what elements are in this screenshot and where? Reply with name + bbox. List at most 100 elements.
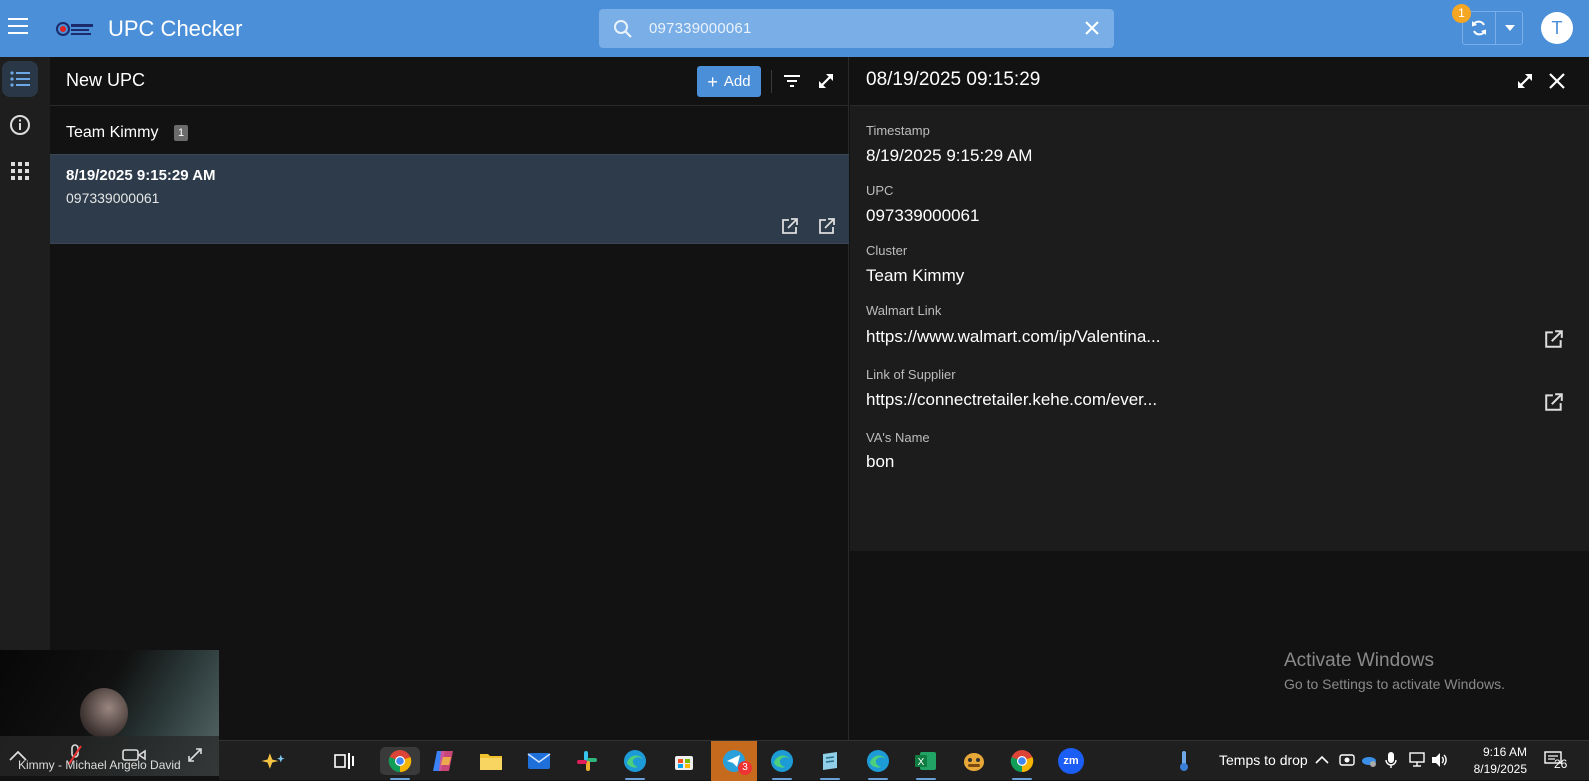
microphone-icon[interactable] bbox=[1385, 751, 1397, 769]
filter-icon[interactable] bbox=[783, 72, 801, 90]
list-title: New UPC bbox=[66, 70, 146, 90]
external-link-icon[interactable] bbox=[1544, 392, 1564, 412]
clock-date: 8/19/2025 bbox=[1473, 762, 1527, 776]
thermometer-icon[interactable] bbox=[1177, 749, 1191, 773]
svg-text:X: X bbox=[918, 757, 925, 768]
detail-panel: 08/19/2025 09:15:29 Timestamp 8/19/2025 … bbox=[850, 57, 1589, 740]
app-logo bbox=[56, 22, 93, 36]
weather-text[interactable]: Temps to drop bbox=[1219, 752, 1308, 768]
chrome-profile-icon[interactable] bbox=[1008, 747, 1036, 775]
group-header[interactable]: Team Kimmy 1 bbox=[50, 106, 849, 154]
store-icon[interactable] bbox=[670, 747, 698, 775]
add-button-label: Add bbox=[723, 73, 751, 90]
sync-badge: 1 bbox=[1452, 4, 1471, 23]
app-window: UPC Checker 097339000061 1 T New UPC + A… bbox=[0, 0, 1589, 740]
search-input[interactable]: 097339000061 bbox=[599, 9, 1114, 48]
detail-body: Timestamp 8/19/2025 9:15:29 AM UPC 09733… bbox=[850, 106, 1589, 551]
header-divider bbox=[771, 70, 772, 93]
zoom-icon[interactable]: zm bbox=[1057, 747, 1085, 775]
field-label-timestamp: Timestamp bbox=[866, 123, 930, 138]
excel-icon[interactable]: X bbox=[912, 747, 940, 775]
zoom-label: zm bbox=[1058, 748, 1084, 774]
sync-icon bbox=[1472, 20, 1486, 36]
external-link-icon[interactable] bbox=[781, 217, 799, 235]
game-icon[interactable] bbox=[960, 747, 988, 775]
row-upc: 097339000061 bbox=[66, 190, 160, 206]
field-label-walmart-link: Walmart Link bbox=[866, 303, 942, 318]
plus-icon: + bbox=[707, 71, 718, 92]
notepad-icon[interactable] bbox=[816, 747, 844, 775]
external-link-icon[interactable] bbox=[1544, 329, 1564, 349]
notification-count: 26 bbox=[1554, 757, 1568, 771]
group-name: Team Kimmy bbox=[66, 124, 159, 141]
search-value: 097339000061 bbox=[649, 20, 752, 37]
field-value-cluster: Team Kimmy bbox=[866, 266, 965, 285]
participant-name: Kimmy - Michael Angelo David bbox=[18, 758, 181, 772]
list-icon bbox=[10, 71, 30, 87]
list-panel: New UPC + Add Team Kimmy 1 8/19/2025 9:1… bbox=[50, 57, 849, 740]
edge-icon[interactable] bbox=[621, 747, 649, 775]
sync-dropdown-button[interactable] bbox=[1497, 12, 1523, 44]
field-value-timestamp: 8/19/2025 9:15:29 AM bbox=[866, 146, 1033, 165]
apps-grid-icon bbox=[11, 162, 29, 180]
field-value-upc: 097339000061 bbox=[866, 206, 980, 225]
onedrive-icon[interactable] bbox=[1361, 752, 1377, 768]
left-rail bbox=[0, 57, 50, 740]
edge-beta-icon[interactable] bbox=[864, 747, 892, 775]
info-icon bbox=[10, 115, 30, 135]
taskbar: 3 X zm Temps to drop 9:16 AM 8/19/2025 2… bbox=[219, 740, 1589, 781]
detail-title: 08/19/2025 09:15:29 bbox=[866, 69, 1041, 90]
supplier-link[interactable]: https://connectretailer.kehe.com/ever... bbox=[866, 390, 1157, 410]
field-value-va-name: bon bbox=[866, 452, 895, 471]
field-label-upc: UPC bbox=[866, 183, 894, 198]
copilot-app-icon[interactable] bbox=[429, 747, 457, 775]
external-link-icon[interactable] bbox=[818, 217, 836, 235]
camera-tray-icon[interactable] bbox=[1339, 752, 1355, 768]
network-icon[interactable] bbox=[1408, 752, 1426, 768]
rail-list-button[interactable] bbox=[2, 61, 38, 97]
rail-info-button[interactable] bbox=[2, 107, 38, 143]
task-view-icon[interactable] bbox=[330, 747, 358, 775]
file-explorer-icon[interactable] bbox=[477, 747, 505, 775]
edge-profile-icon[interactable] bbox=[768, 747, 796, 775]
caret-down-icon bbox=[1505, 25, 1515, 31]
sync-button-group bbox=[1462, 11, 1523, 45]
walmart-link[interactable]: https://www.walmart.com/ip/Valentina... bbox=[866, 327, 1160, 347]
list-item[interactable]: 8/19/2025 9:15:29 AM 097339000061 bbox=[50, 154, 849, 244]
slack-icon[interactable] bbox=[573, 747, 601, 775]
participant-video bbox=[80, 688, 128, 738]
chevron-up-icon[interactable] bbox=[1315, 755, 1329, 765]
search-icon bbox=[614, 20, 632, 38]
chrome-icon[interactable] bbox=[380, 747, 420, 775]
rail-apps-button[interactable] bbox=[2, 153, 38, 189]
menu-icon[interactable] bbox=[8, 18, 28, 36]
telegram-badge: 3 bbox=[738, 761, 752, 775]
field-label-supplier-link: Link of Supplier bbox=[866, 367, 956, 382]
video-call-thumbnail[interactable]: Kimmy - Michael Angelo David bbox=[0, 650, 219, 776]
group-count-badge: 1 bbox=[174, 125, 188, 141]
mail-icon[interactable] bbox=[525, 747, 553, 775]
detail-header: 08/19/2025 09:15:29 bbox=[850, 57, 1589, 106]
list-header: New UPC + Add bbox=[50, 57, 849, 106]
watermark-subtitle: Go to Settings to activate Windows. bbox=[1284, 676, 1505, 692]
volume-icon[interactable] bbox=[1431, 752, 1449, 768]
watermark-title: Activate Windows bbox=[1284, 650, 1434, 671]
copilot-icon[interactable] bbox=[259, 747, 287, 775]
clock-time: 9:16 AM bbox=[1482, 745, 1527, 759]
close-icon[interactable] bbox=[1082, 18, 1102, 38]
activate-windows-watermark: Activate Windows Go to Settings to activ… bbox=[1284, 650, 1505, 692]
close-icon[interactable] bbox=[1547, 71, 1567, 91]
field-label-va-name: VA's Name bbox=[866, 430, 930, 445]
top-bar: UPC Checker 097339000061 1 T bbox=[0, 0, 1589, 57]
avatar[interactable]: T bbox=[1541, 12, 1573, 44]
row-timestamp: 8/19/2025 9:15:29 AM bbox=[66, 167, 216, 184]
fullscreen-icon[interactable] bbox=[186, 746, 204, 764]
notification-center[interactable]: 26 bbox=[1544, 749, 1574, 773]
expand-icon[interactable] bbox=[1515, 71, 1535, 91]
expand-icon[interactable] bbox=[816, 71, 836, 91]
field-label-cluster: Cluster bbox=[866, 243, 908, 258]
add-button[interactable]: + Add bbox=[697, 66, 761, 97]
app-title: UPC Checker bbox=[108, 16, 243, 41]
taskbar-clock[interactable]: 9:16 AM 8/19/2025 bbox=[1459, 744, 1527, 778]
telegram-icon[interactable]: 3 bbox=[711, 741, 757, 781]
